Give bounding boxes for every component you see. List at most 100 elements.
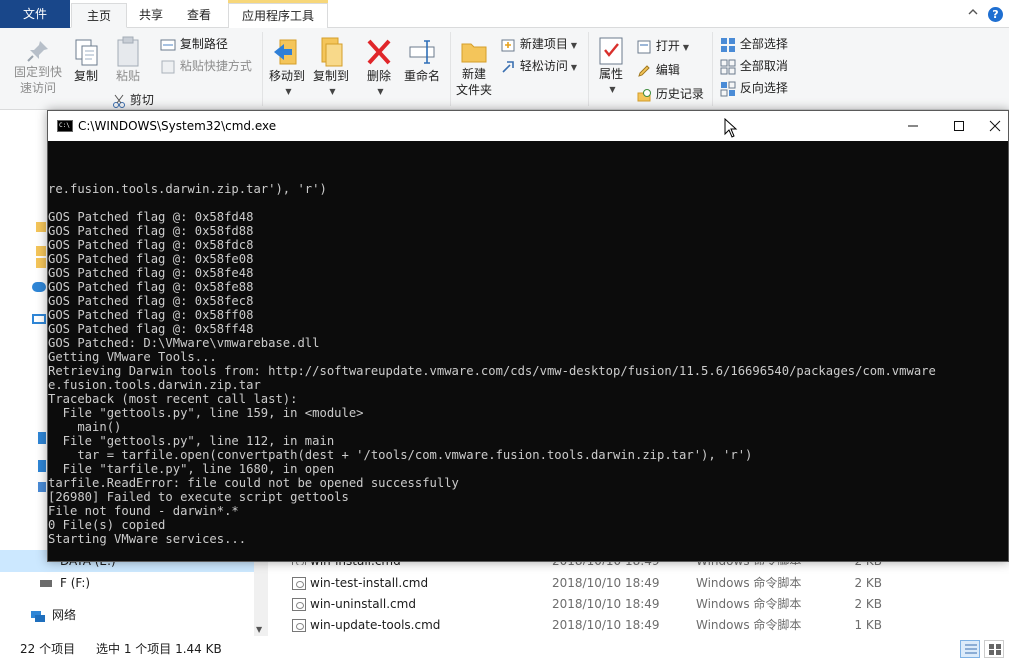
edit-button[interactable]: 编辑 <box>636 60 680 80</box>
edit-label: 编辑 <box>655 63 680 77</box>
console-line: GOS Patched flag @: 0x58ff48 <box>48 322 254 336</box>
cmd-title-bar[interactable]: C:\WINDOWS\System32\cmd.exe <box>48 111 1008 141</box>
cmd-title: C:\WINDOWS\System32\cmd.exe <box>78 119 277 133</box>
console-line: File "gettools.py", line 159, in <module… <box>48 406 364 420</box>
file-type: Windows 命令脚本 <box>696 618 802 632</box>
copy-to-button[interactable]: 复制到 ▼ <box>310 36 352 100</box>
cloud-icon <box>32 282 46 292</box>
console-line: GOS Patched flag @: 0x58fd88 <box>48 224 254 238</box>
tab-share[interactable]: 共享 <box>128 3 174 28</box>
invert-selection-icon <box>720 81 736 96</box>
scissors-icon <box>113 94 125 108</box>
open-label: 打开 <box>655 39 680 53</box>
move-to-dropdown-icon: ▼ <box>285 87 292 96</box>
file-type: Windows 命令脚本 <box>696 597 802 611</box>
easy-access-button[interactable]: 轻松访问 ▼ <box>500 56 577 76</box>
tab-view[interactable]: 查看 <box>176 3 222 28</box>
table-row[interactable]: win-uninstall.cmd 2018/10/10 18:49 Windo… <box>290 594 890 615</box>
tab-home[interactable]: 主页 <box>71 3 127 28</box>
paste-shortcut-button[interactable]: 粘贴快捷方式 <box>160 56 252 76</box>
rename-icon <box>409 40 435 64</box>
history-icon <box>637 88 651 101</box>
cut-button[interactable]: 剪切 <box>112 90 154 110</box>
select-all-icon <box>721 37 735 52</box>
console-line: Traceback (most recent call last): <box>48 392 298 406</box>
move-to-button[interactable]: 移动到 ▼ <box>266 36 308 100</box>
properties-icon <box>599 37 623 65</box>
select-none-icon <box>720 59 736 74</box>
folder-icon <box>36 222 46 232</box>
move-to-label: 移动到 <box>268 69 305 83</box>
nav-item-label: F (F:) <box>60 576 91 590</box>
copy-icon <box>75 39 98 66</box>
console-line: GOS Patched flag @: 0x58fe08 <box>48 252 254 266</box>
tab-file[interactable]: 文件 <box>0 0 70 28</box>
new-folder-button[interactable]: 新建 文件夹 <box>454 36 494 98</box>
paste-button[interactable]: 粘贴 <box>110 36 146 84</box>
table-row[interactable]: win-test-install.cmd 2018/10/10 18:49 Wi… <box>290 573 890 594</box>
console-line: GOS Patched: D:\VMware\vmwarebase.dll <box>48 336 320 350</box>
delete-label: 删除 <box>366 69 391 83</box>
easy-access-icon <box>502 60 514 73</box>
copy-path-icon <box>160 39 176 50</box>
properties-button[interactable]: 属性 ▼ <box>594 36 628 98</box>
status-bar: 22 个项目 选中 1 个项目 1.44 KB <box>0 638 1009 662</box>
history-button[interactable]: 历史记录 <box>636 84 704 104</box>
rename-button[interactable]: 重命名 <box>400 36 444 84</box>
console-line: GOS Patched flag @: 0x58ff08 <box>48 308 254 322</box>
drive-icon <box>40 580 52 587</box>
nav-item-f-drive[interactable]: F (F:) <box>30 572 90 594</box>
nav-pane-scrollbar[interactable]: ▼ <box>254 560 268 636</box>
ribbon-collapse-icon[interactable] <box>967 6 981 20</box>
monitor-icon <box>32 314 46 324</box>
new-folder-label: 新建 <box>461 67 486 81</box>
move-to-icon <box>274 39 297 65</box>
copy-path-label: 复制路径 <box>179 37 228 51</box>
scroll-down-icon[interactable]: ▼ <box>256 625 262 634</box>
desktop: 文件 主页 共享 查看 应用程序工具 ? 固定到快 速访问 复制 粘贴 复制路径 <box>0 0 1009 662</box>
properties-label: 属性 <box>598 67 623 81</box>
cmd-console-output[interactable]: re.fusion.tools.darwin.zip.tar'), 'r') G… <box>48 141 1008 561</box>
console-line: tarfile.ReadError: file could not be ope… <box>48 476 459 490</box>
help-icon[interactable]: ? <box>988 7 1003 22</box>
file-size: 1 KB <box>854 618 882 632</box>
new-item-label: 新建项目 <box>519 37 568 51</box>
close-button[interactable] <box>980 111 1009 141</box>
file-size: 2 KB <box>854 576 882 590</box>
tab-app-tools[interactable]: 应用程序工具 <box>228 0 328 28</box>
console-line: GOS Patched flag @: 0x58fe88 <box>48 280 254 294</box>
copy-path-button[interactable]: 复制路径 <box>160 34 228 54</box>
console-line: e.fusion.tools.darwin.zip.tar <box>48 378 261 392</box>
file-date: 2018/10/10 18:49 <box>552 576 660 590</box>
nav-item-network[interactable]: 网络 <box>30 604 76 626</box>
maximize-button[interactable] <box>936 111 982 141</box>
ribbon-tab-bar: 文件 主页 共享 查看 应用程序工具 ? <box>0 0 1009 28</box>
invert-selection-button[interactable]: 反向选择 <box>720 78 788 98</box>
select-all-button[interactable]: 全部选择 <box>720 34 788 54</box>
table-row[interactable]: win-update-tools.cmd 2018/10/10 18:49 Wi… <box>290 615 890 636</box>
large-icons-view-button[interactable] <box>984 640 1004 658</box>
select-none-button[interactable]: 全部取消 <box>720 56 788 76</box>
console-line: [26980] Failed to execute script gettool… <box>48 490 349 504</box>
minimize-button[interactable] <box>890 111 936 141</box>
edit-icon <box>638 64 650 77</box>
ribbon-separator <box>588 32 589 106</box>
file-date: 2018/10/10 18:49 <box>552 618 660 632</box>
copy-to-icon <box>321 37 343 67</box>
paste-shortcut-icon <box>161 60 175 73</box>
console-line: GOS Patched flag @: 0x58fec8 <box>48 294 254 308</box>
console-line: re.fusion.tools.darwin.zip.tar'), 'r') <box>48 182 327 196</box>
pin-quick-access-button[interactable]: 固定到快 速访问 <box>12 38 64 96</box>
select-none-label: 全部取消 <box>739 59 788 73</box>
copy-to-label: 复制到 <box>312 69 349 83</box>
new-item-button[interactable]: 新建项目 ▼ <box>500 34 577 54</box>
music-icon <box>38 460 46 472</box>
mouse-pointer-icon <box>724 117 738 141</box>
copy-button[interactable]: 复制 <box>68 38 104 84</box>
details-view-button[interactable] <box>960 640 980 658</box>
delete-button[interactable]: 删除 ▼ <box>360 36 398 100</box>
open-button[interactable]: 打开 ▼ <box>636 36 689 56</box>
open-icon <box>637 40 651 53</box>
console-line: Retrieving Darwin tools from: http://sof… <box>48 364 936 378</box>
new-folder-label-2: 文件夹 <box>455 83 492 97</box>
